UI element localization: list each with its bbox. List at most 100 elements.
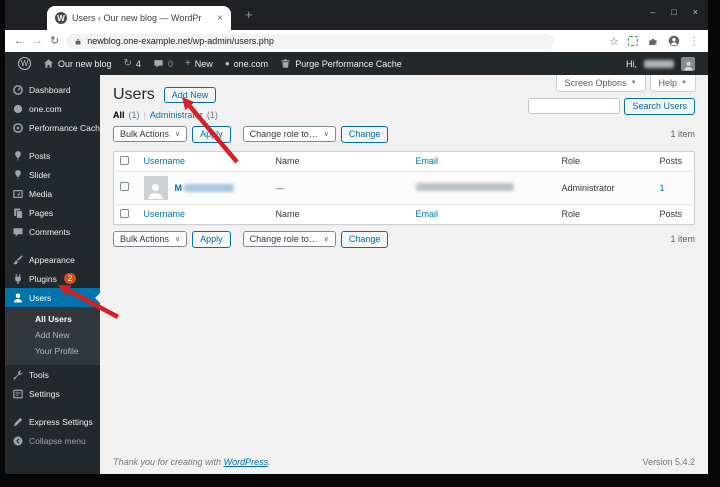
wp-logo-menu[interactable]: W xyxy=(12,57,37,70)
ring-icon xyxy=(13,122,23,133)
column-posts: Posts xyxy=(653,151,695,172)
screenshot-frame: W Users ‹ Our new blog — WordPr × + – □ … xyxy=(0,0,720,487)
username-link[interactable]: M xyxy=(175,183,234,193)
change-role-select[interactable]: Change role to… ∨ xyxy=(242,126,336,143)
site-name-menu[interactable]: Our new blog xyxy=(37,58,118,69)
item-count: 1 item xyxy=(670,234,695,245)
new-tab-button[interactable]: + xyxy=(245,7,253,22)
column-posts: Posts xyxy=(653,203,695,225)
wrench-icon xyxy=(13,369,23,379)
help-toggle[interactable]: Help ▼ xyxy=(649,75,696,92)
tab-title: Users ‹ Our new blog — WordPr xyxy=(72,13,202,23)
sidebar-item-slider[interactable]: Slider xyxy=(5,165,100,184)
maximize-button[interactable]: □ xyxy=(671,7,676,17)
column-email[interactable]: Email xyxy=(416,156,439,166)
pushpin-icon xyxy=(15,169,21,180)
collapse-arrow-icon xyxy=(13,436,23,445)
comment-bubble-icon xyxy=(154,60,163,68)
browser-profile-icon[interactable] xyxy=(668,35,680,47)
extensions-puzzle-icon[interactable] xyxy=(647,35,659,47)
sidebar-item-onecom[interactable]: one.com xyxy=(5,99,100,118)
change-role-select[interactable]: Change role to… ∨ xyxy=(242,231,336,248)
chevron-down-icon: ∨ xyxy=(175,236,181,244)
screenshot-extension-icon[interactable] xyxy=(628,36,638,46)
sidebar-item-tools[interactable]: Tools xyxy=(5,365,100,384)
my-account-menu[interactable]: Hi, xyxy=(620,56,701,71)
select-all-checkbox[interactable] xyxy=(120,208,129,218)
minimize-button[interactable]: – xyxy=(650,7,655,17)
bookmark-star-icon[interactable]: ☆ xyxy=(609,35,619,48)
toolbar-right-icons: ☆ ⋮ xyxy=(609,35,699,48)
submenu-all-users[interactable]: All Users xyxy=(5,311,100,327)
close-button[interactable]: × xyxy=(693,7,698,17)
posts-count-link[interactable]: 1 xyxy=(660,183,665,193)
select-all-checkbox[interactable] xyxy=(120,155,129,165)
column-email[interactable]: Email xyxy=(416,209,439,219)
column-username[interactable]: Username xyxy=(144,209,186,219)
trash-icon xyxy=(281,59,290,68)
sidebar-item-collapse-menu[interactable]: Collapse menu xyxy=(5,431,100,450)
lock-icon xyxy=(75,38,81,44)
refresh-icon[interactable]: ↻ xyxy=(50,35,59,47)
sidebar-item-posts[interactable]: Posts xyxy=(5,146,100,165)
sidebar-item-pages[interactable]: Pages xyxy=(5,203,100,222)
back-icon[interactable]: ← xyxy=(14,35,25,47)
url-bar[interactable]: newblog.one-example.net/wp-admin/users.p… xyxy=(66,33,555,49)
window-controls: – □ × xyxy=(650,7,698,17)
users-submenu: All Users Add New Your Profile xyxy=(5,307,100,365)
row-checkbox[interactable] xyxy=(120,182,129,192)
comments-menu[interactable]: 0 xyxy=(147,58,179,69)
search-users-input[interactable] xyxy=(528,98,621,115)
sidebar-item-appearance[interactable]: Appearance xyxy=(5,250,100,269)
browser-tab[interactable]: W Users ‹ Our new blog — WordPr × xyxy=(47,6,231,30)
bulk-actions-select[interactable]: Bulk Actions ∨ xyxy=(113,231,188,248)
chevron-down-icon: ∨ xyxy=(175,131,181,139)
sidebar-item-plugins[interactable]: Plugins 2 xyxy=(5,269,100,288)
url-text: newblog.one-example.net/wp-admin/users.p… xyxy=(87,36,274,46)
column-name: Name xyxy=(269,151,410,172)
pencil-icon xyxy=(13,417,23,426)
submenu-your-profile[interactable]: Your Profile xyxy=(5,343,100,359)
onecom-menu[interactable]: ● one.com xyxy=(219,59,274,69)
admin-footer: Thank you for creating with WordPress. V… xyxy=(113,457,695,467)
add-new-button[interactable]: Add New xyxy=(163,86,217,104)
updates-menu[interactable]: ↻ 4 xyxy=(118,58,147,69)
media-icon xyxy=(13,189,23,198)
plug-icon xyxy=(15,273,21,284)
column-username[interactable]: Username xyxy=(144,156,186,166)
item-count: 1 item xyxy=(670,129,695,140)
plugins-update-badge: 2 xyxy=(63,273,77,284)
sidebar-item-comments[interactable]: Comments xyxy=(5,222,100,241)
browser-menu-kebab-icon[interactable]: ⋮ xyxy=(689,36,699,47)
wordpress-logo-icon: W xyxy=(18,57,31,70)
submenu-add-new[interactable]: Add New xyxy=(5,327,100,343)
new-content-menu[interactable]: + New xyxy=(179,58,219,69)
pushpin-icon xyxy=(15,150,21,161)
sidebar-item-users[interactable]: Users xyxy=(5,288,100,307)
sidebar-item-media[interactable]: Media xyxy=(5,184,100,203)
chevron-down-icon: ▼ xyxy=(681,80,687,86)
sidebar-item-express-settings[interactable]: Express Settings xyxy=(5,412,100,431)
chevron-down-icon: ▼ xyxy=(630,80,637,86)
purge-cache-menu[interactable]: Purge Performance Cache xyxy=(274,58,408,69)
change-button[interactable]: Change xyxy=(340,230,389,248)
sidebar-item-dashboard[interactable]: Dashboard xyxy=(5,80,100,99)
forward-icon[interactable]: → xyxy=(32,35,43,47)
sidebar-item-settings[interactable]: Settings xyxy=(5,384,100,403)
apply-button[interactable]: Apply xyxy=(192,126,231,143)
browser-tab-strip: W Users ‹ Our new blog — WordPr × + – □ … xyxy=(5,0,708,30)
pages-icon xyxy=(14,208,23,219)
bulk-actions-select[interactable]: Bulk Actions ∨ xyxy=(113,126,188,143)
sidebar-item-performance-cache[interactable]: Performance Cache xyxy=(5,118,105,137)
filter-administrator[interactable]: Administrator xyxy=(150,110,203,120)
screen-options-toggle[interactable]: Screen Options ▼ xyxy=(555,75,646,92)
cell-name: — xyxy=(269,171,410,205)
wordpress-link[interactable]: WordPress xyxy=(224,457,269,467)
change-button[interactable]: Change xyxy=(340,126,389,143)
filter-all[interactable]: All xyxy=(113,110,125,120)
apply-button[interactable]: Apply xyxy=(192,230,231,248)
users-table: Username Name Email Role Posts M — Admin… xyxy=(113,150,695,225)
search-users-button[interactable]: Search Users xyxy=(624,98,695,115)
tab-close-icon[interactable]: × xyxy=(217,13,223,24)
user-avatar xyxy=(681,56,695,71)
